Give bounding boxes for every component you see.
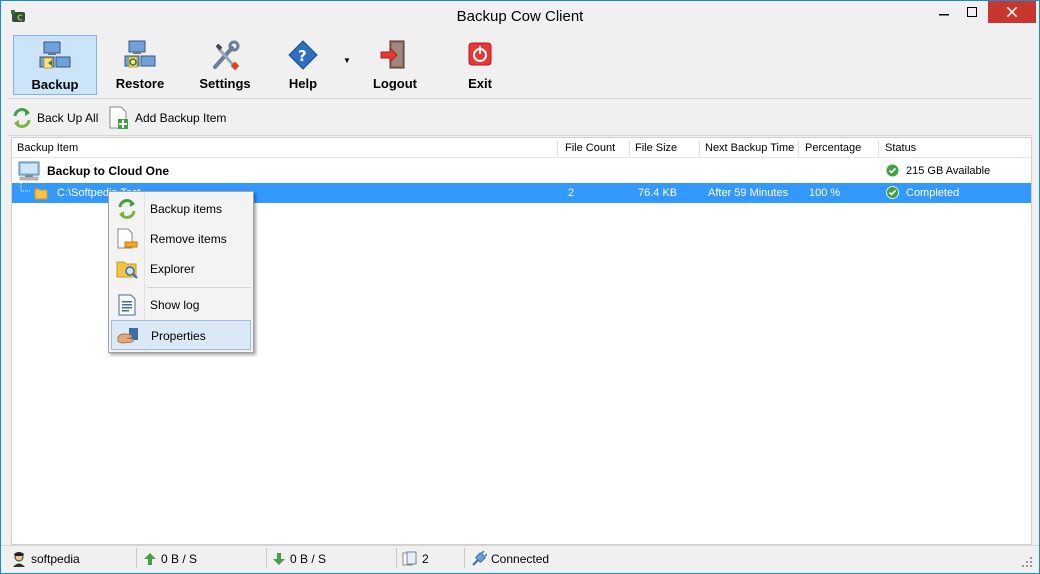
folder-icon: [34, 188, 48, 200]
status-download-label: 0 B / S: [290, 552, 327, 566]
folder-search-icon: [116, 261, 138, 279]
help-dropdown-arrow-icon[interactable]: ▼: [343, 56, 351, 65]
main-toolbar: Backup Restore Settings ? Help ▼ Logout …: [7, 32, 1033, 98]
menu-item-label: Remove items: [150, 232, 227, 246]
back-up-all-label: Back Up All: [37, 111, 99, 125]
backup-button-label: Backup: [31, 77, 79, 92]
exit-button-label: Exit: [468, 76, 492, 91]
tree-connector-icon: [20, 183, 31, 192]
logout-button-label: Logout: [372, 76, 418, 91]
status-count: 2: [402, 549, 429, 569]
power-icon: [468, 42, 492, 66]
check-green-icon: [886, 186, 899, 199]
settings-button[interactable]: Settings: [183, 35, 267, 95]
menu-item-show-log[interactable]: Show log: [111, 290, 251, 320]
resize-grip-icon[interactable]: [1021, 556, 1033, 568]
add-document-icon: [109, 106, 128, 129]
menu-item-label: Properties: [151, 329, 206, 343]
refresh-green-icon: [118, 199, 136, 219]
minimize-icon: [939, 14, 949, 16]
title-bar[interactable]: C Backup Cow Client: [1, 1, 1039, 32]
menu-item-label: Explorer: [150, 262, 195, 276]
svg-text:?: ?: [298, 47, 307, 65]
upload-arrow-icon: [144, 553, 156, 565]
context-menu: Backup items Remove items Explorer Show …: [108, 191, 254, 353]
minimize-button[interactable]: [930, 1, 958, 23]
log-document-icon: [118, 294, 136, 316]
status-user-label: softpedia: [31, 552, 80, 566]
help-icon: ?: [288, 40, 318, 70]
status-upload-label: 0 B / S: [161, 552, 198, 566]
hand-properties-icon: [117, 328, 138, 344]
table-row-group[interactable]: Backup to Cloud One 215 GB Available: [12, 159, 1031, 183]
col-header-percentage[interactable]: Percentage: [805, 142, 861, 154]
row-file-size: 76.4 KB: [638, 187, 678, 199]
documents-icon: [402, 551, 417, 566]
col-header-file-size[interactable]: File Size: [635, 142, 677, 154]
col-header-status[interactable]: Status: [885, 142, 916, 154]
menu-item-explorer[interactable]: Explorer: [111, 254, 251, 284]
connected-plug-icon: [472, 551, 487, 566]
restore-button[interactable]: Restore: [98, 35, 182, 95]
status-upload: 0 B / S: [143, 549, 197, 569]
check-green-icon: [886, 164, 899, 177]
row-status: Completed: [906, 187, 960, 199]
add-backup-item-button[interactable]: Add Backup Item: [107, 105, 226, 131]
download-arrow-icon: [273, 553, 285, 565]
status-connection: Connected: [471, 549, 549, 569]
restore-computers-icon: [124, 40, 156, 68]
wrench-screwdriver-icon: [213, 40, 240, 70]
refresh-green-icon: [13, 108, 31, 128]
row-file-count: 2: [568, 187, 575, 199]
logout-door-icon: [380, 40, 405, 69]
help-button[interactable]: ? Help: [261, 35, 345, 95]
add-backup-item-label: Add Backup Item: [135, 111, 227, 125]
close-icon: [1007, 7, 1017, 17]
status-connection-label: Connected: [491, 552, 550, 566]
menu-item-label: Backup items: [150, 202, 223, 216]
grid-header: Backup Item File Count File Size Next Ba…: [12, 138, 1031, 158]
secondary-toolbar: Back Up All Add Backup Item: [7, 98, 1033, 136]
status-count-label: 2: [422, 552, 429, 566]
maximize-button[interactable]: [958, 1, 986, 23]
col-header-next-backup[interactable]: Next Backup Time: [705, 142, 794, 154]
computer-icon: [18, 161, 40, 181]
app-window: C Backup Cow Client Backup Restore Setti…: [0, 0, 1040, 574]
restore-button-label: Restore: [115, 76, 165, 91]
logout-button[interactable]: Logout: [353, 35, 437, 95]
exit-button[interactable]: Exit: [438, 35, 522, 95]
menu-item-label: Show log: [150, 298, 200, 312]
row-next-backup: After 59 Minutes: [708, 187, 789, 199]
backup-button[interactable]: Backup: [13, 35, 97, 95]
help-button-label: Help: [288, 76, 318, 91]
col-header-file-count[interactable]: File Count: [565, 142, 615, 154]
status-download: 0 B / S: [272, 549, 326, 569]
maximize-icon: [967, 7, 977, 17]
user-avatar-icon: [13, 552, 25, 567]
window-title: Backup Cow Client: [456, 8, 584, 25]
group-status: 215 GB Available: [906, 165, 991, 177]
col-header-backup-item[interactable]: Backup Item: [17, 142, 78, 154]
menu-item-backup-items[interactable]: Backup items: [111, 194, 251, 224]
group-name: Backup to Cloud One: [47, 164, 170, 178]
settings-button-label: Settings: [199, 76, 251, 91]
close-button[interactable]: [988, 1, 1036, 23]
remove-document-icon: [117, 228, 138, 249]
menu-item-remove-items[interactable]: Remove items: [111, 224, 251, 254]
menu-item-properties[interactable]: Properties: [111, 320, 251, 350]
back-up-all-button[interactable]: Back Up All: [11, 105, 98, 131]
status-user: softpedia: [11, 549, 80, 569]
status-bar: softpedia 0 B / S 0 B / S 2 Connected: [1, 545, 1039, 573]
menu-separator: [147, 287, 251, 288]
row-percentage: 100 %: [809, 187, 841, 199]
backup-computers-icon: [39, 41, 71, 69]
